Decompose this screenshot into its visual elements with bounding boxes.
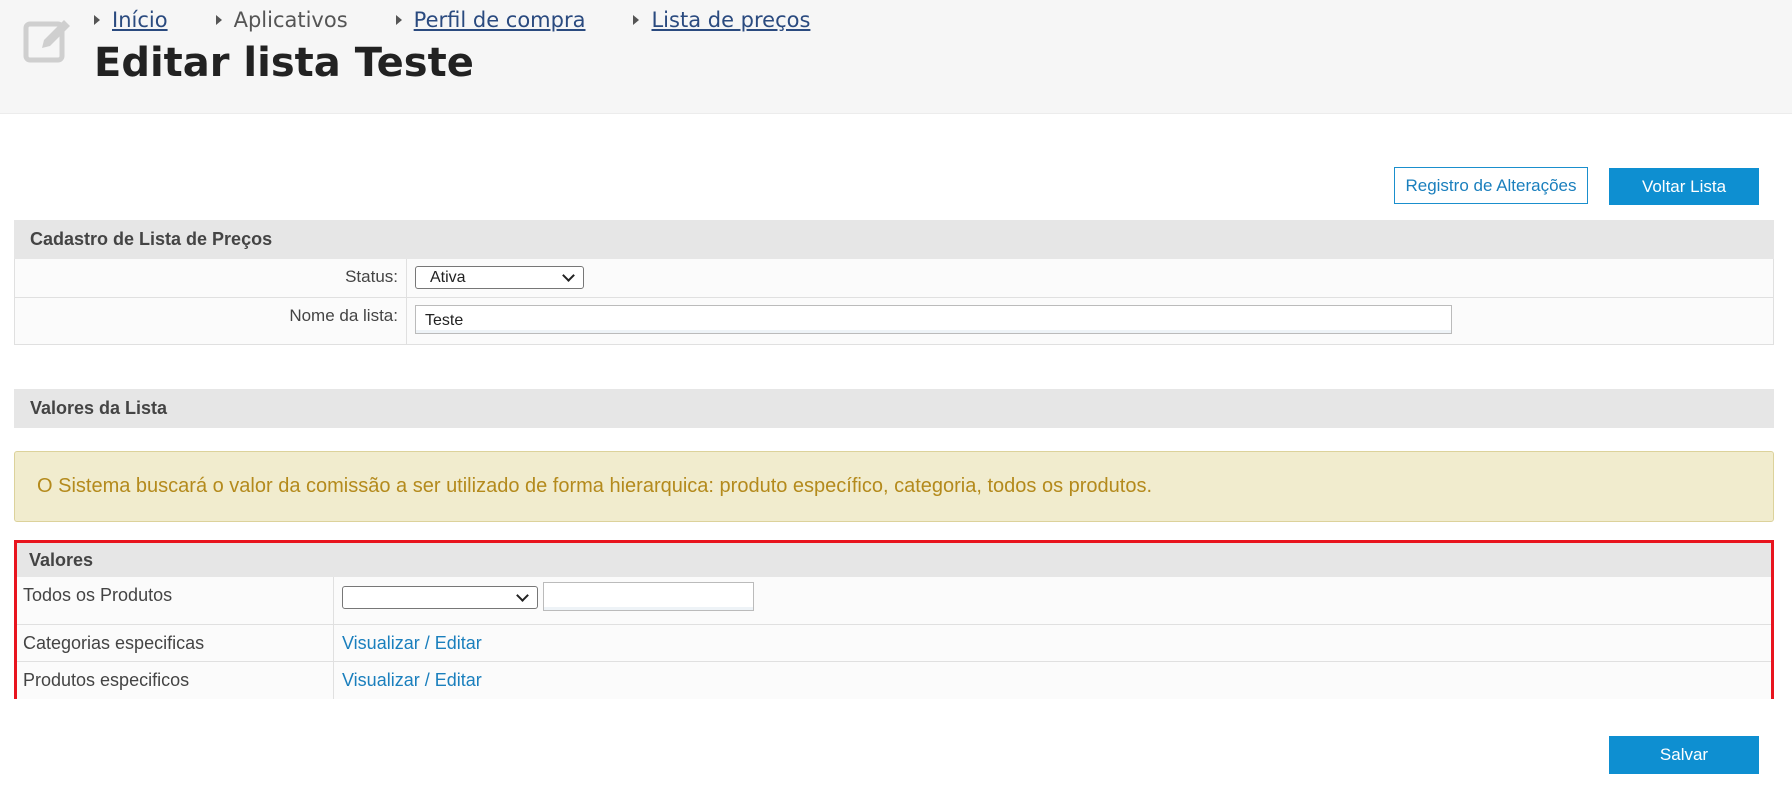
breadcrumb-text-aplicativos: Aplicativos — [233, 8, 348, 32]
todos-produtos-select[interactable] — [342, 586, 538, 609]
todos-produtos-value-input[interactable] — [543, 582, 754, 611]
status-label: Status: — [15, 259, 407, 297]
valores-panel: Valores Todos os Produtos Categorias esp… — [14, 540, 1774, 699]
categorias-row: Categorias especificas Visualizar / Edit… — [17, 624, 1771, 661]
page-title: Editar lista Teste — [94, 40, 474, 86]
save-button[interactable]: Salvar — [1609, 736, 1759, 774]
produtos-field-cell: Visualizar / Editar — [334, 670, 1771, 691]
valores-lista-title: Valores da Lista — [14, 389, 1774, 428]
status-field-cell: Ativa — [407, 259, 1773, 297]
breadcrumb-item-perfil-de-compra[interactable]: Perfil de compra — [395, 8, 586, 32]
caret-right-icon — [395, 15, 402, 25]
status-select[interactable]: Ativa — [415, 266, 584, 289]
caret-right-icon — [94, 15, 100, 25]
breadcrumb-item-inicio[interactable]: Início — [94, 8, 168, 32]
caret-right-icon — [633, 15, 640, 25]
chevron-down-icon — [562, 268, 575, 282]
caret-right-icon — [215, 15, 222, 25]
list-name-input[interactable]: Teste — [415, 305, 1452, 334]
name-label: Nome da lista: — [15, 298, 407, 344]
cadastro-panel-title: Cadastro de Lista de Preços — [14, 220, 1774, 259]
cadastro-form: Status: Ativa Nome da lista: Teste — [14, 259, 1774, 345]
categorias-edit-link[interactable]: Visualizar / Editar — [342, 633, 482, 653]
hierarchy-alert: O Sistema buscará o valor da comissão a … — [14, 451, 1774, 522]
produtos-row: Produtos especificos Visualizar / Editar — [17, 661, 1771, 699]
breadcrumb-link-inicio[interactable]: Início — [112, 8, 168, 32]
status-select-value: Ativa — [430, 268, 466, 286]
todos-produtos-label: Todos os Produtos — [17, 577, 334, 624]
breadcrumb-item-aplicativos: Aplicativos — [215, 8, 348, 32]
page-header: Início Aplicativos Perfil de compra List… — [0, 0, 1792, 114]
produtos-label: Produtos especificos — [17, 662, 334, 699]
name-field-cell: Teste — [407, 298, 1773, 344]
valores-panel-title: Valores — [17, 543, 1771, 577]
edit-icon — [23, 20, 70, 63]
breadcrumb: Início Aplicativos Perfil de compra List… — [94, 6, 858, 34]
categorias-label: Categorias especificas — [17, 625, 334, 661]
categorias-field-cell: Visualizar / Editar — [334, 633, 1771, 654]
todos-produtos-field-cell — [334, 577, 1771, 624]
breadcrumb-item-lista-de-precos[interactable]: Lista de preços — [633, 8, 810, 32]
chevron-down-icon — [516, 588, 529, 602]
todos-produtos-row: Todos os Produtos — [17, 577, 1771, 624]
breadcrumb-link-lista-de-precos[interactable]: Lista de preços — [651, 8, 810, 32]
back-to-list-button[interactable]: Voltar Lista — [1609, 168, 1759, 205]
breadcrumb-link-perfil-de-compra[interactable]: Perfil de compra — [414, 8, 586, 32]
history-button[interactable]: Registro de Alterações — [1394, 167, 1588, 204]
name-row: Nome da lista: Teste — [15, 297, 1773, 344]
status-row: Status: Ativa — [15, 259, 1773, 297]
produtos-edit-link[interactable]: Visualizar / Editar — [342, 670, 482, 690]
